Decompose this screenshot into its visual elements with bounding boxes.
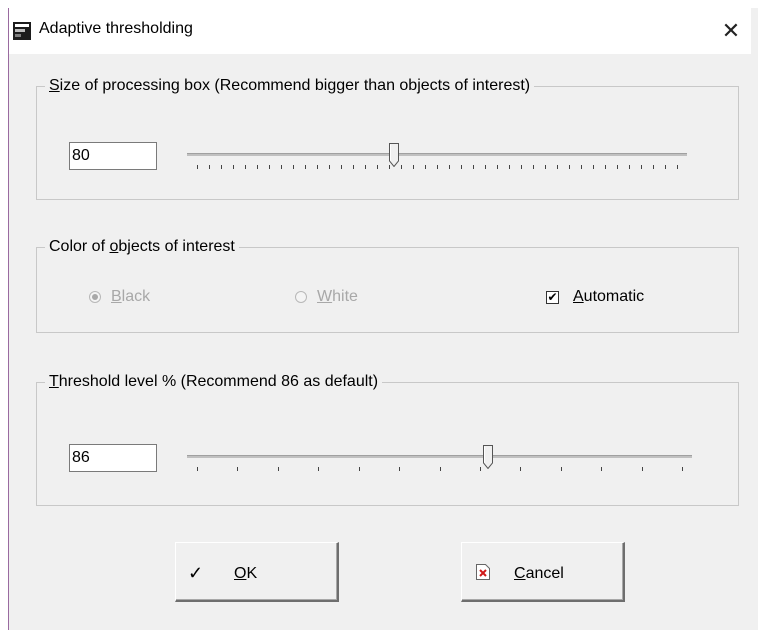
check-icon: ✓ <box>188 563 204 583</box>
cancel-button[interactable]: Cancel <box>461 542 625 602</box>
box-size-slider-track <box>187 153 687 156</box>
cancel-label: Cancel <box>514 565 564 582</box>
box-size-group: Size of processing box (Recommend bigger… <box>36 77 739 200</box>
threshold-slider-thumb[interactable] <box>483 445 493 469</box>
radio-black-label: Black <box>111 288 151 305</box>
box-size-slider[interactable] <box>187 139 687 179</box>
box-size-slider-ticks <box>197 165 678 169</box>
threshold-group: Threshold level % (Recommend 86 as defau… <box>36 373 739 506</box>
threshold-slider-ticks <box>197 467 683 471</box>
threshold-slider-track <box>187 455 692 458</box>
color-legend: Color of objects of interest <box>45 238 239 256</box>
threshold-legend: Threshold level % (Recommend 86 as defau… <box>45 373 383 391</box>
threshold-input[interactable] <box>69 444 157 472</box>
title-bar[interactable]: Adaptive thresholding ✕ <box>9 8 751 54</box>
threshold-slider[interactable] <box>187 441 692 481</box>
cancel-icon <box>476 564 490 580</box>
box-size-input[interactable] <box>69 142 157 170</box>
checkmark-icon: ✔ <box>547 290 558 304</box>
radio-black[interactable]: Black <box>89 288 150 306</box>
radio-black-indicator[interactable] <box>89 291 101 303</box>
close-icon: ✕ <box>721 18 741 43</box>
ok-button[interactable]: ✓ OK <box>175 542 339 602</box>
close-button[interactable]: ✕ <box>711 12 751 50</box>
window-title: Adaptive thresholding <box>39 20 193 37</box>
automatic-checkbox-box[interactable]: ✔ <box>546 290 559 304</box>
app-icon <box>13 22 31 40</box>
automatic-checkbox-label: Automatic <box>573 288 645 305</box>
radio-white[interactable]: White <box>295 288 358 306</box>
ok-label: OK <box>234 565 258 582</box>
radio-white-label: White <box>317 288 358 305</box>
box-size-legend: Size of processing box (Recommend bigger… <box>45 77 535 95</box>
color-group: Color of objects of interest Black White… <box>36 238 739 333</box>
radio-white-indicator[interactable] <box>295 291 307 303</box>
box-size-slider-thumb[interactable] <box>389 143 399 167</box>
dialog-window: Adaptive thresholding ✕ Size of processi… <box>8 8 758 630</box>
automatic-checkbox[interactable]: ✔ Automatic <box>546 288 644 306</box>
